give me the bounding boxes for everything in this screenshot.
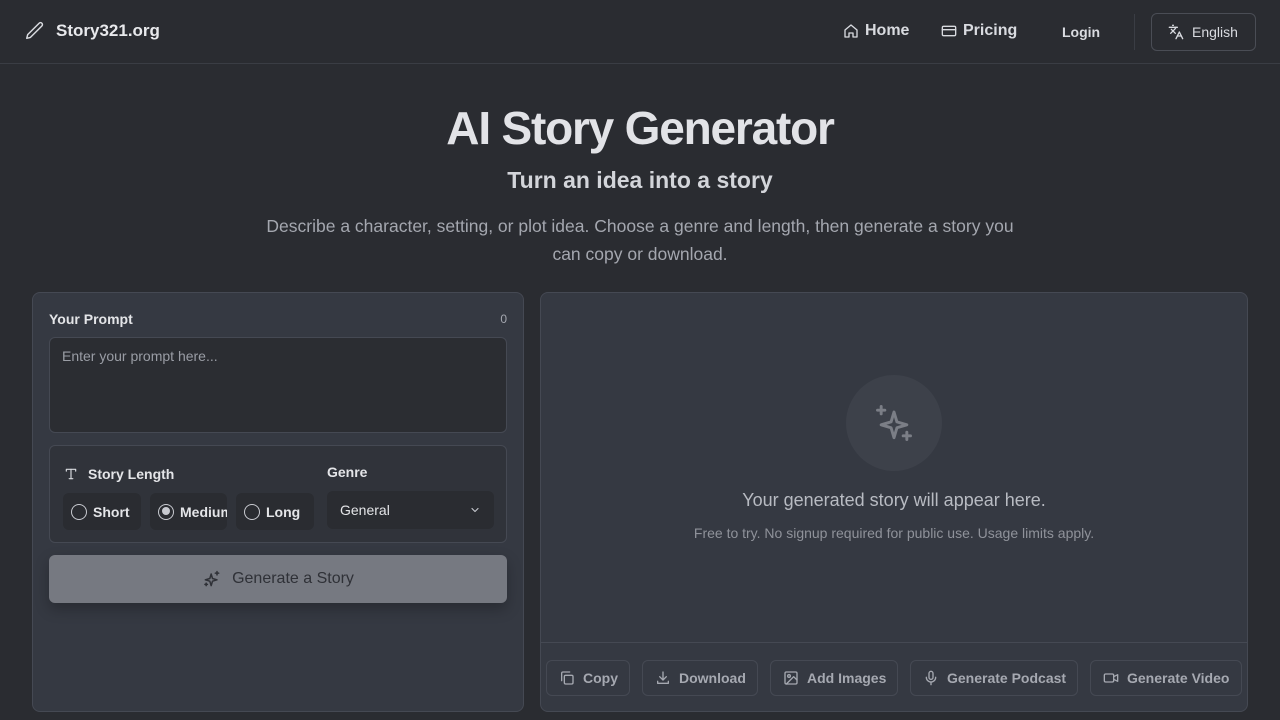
- language-label: English: [1192, 24, 1238, 40]
- sparkles-icon: [872, 401, 916, 445]
- generate-video-button[interactable]: Generate Video: [1090, 660, 1242, 696]
- credit-card-icon: [941, 23, 957, 39]
- placeholder-badge: [846, 375, 942, 471]
- prompt-input[interactable]: [49, 337, 507, 433]
- text-type-icon: [64, 467, 78, 481]
- copy-label: Copy: [583, 670, 618, 686]
- top-navigation-bar: Story321.org Home Pricing Login English: [0, 0, 1280, 64]
- radio-medium[interactable]: [158, 503, 174, 520]
- pencil-icon: [24, 20, 46, 42]
- copy-button[interactable]: Copy: [546, 660, 630, 696]
- sparkles-icon: [202, 569, 222, 589]
- home-icon: [843, 23, 859, 39]
- story-length-heading: Story Length: [64, 466, 174, 482]
- length-option-label: Medium: [180, 503, 227, 520]
- radio-long[interactable]: [244, 503, 260, 520]
- length-option-medium[interactable]: Medium: [150, 493, 227, 530]
- page-subtitle: Turn an idea into a story: [507, 167, 773, 193]
- genre-label: Genre: [327, 464, 368, 480]
- login-link[interactable]: Login: [1062, 24, 1100, 40]
- generate-podcast-label: Generate Podcast: [947, 670, 1067, 686]
- output-action-bar: Copy Download Add Images Generate Podcas…: [541, 642, 1247, 712]
- add-images-label: Add Images: [807, 670, 887, 686]
- prompt-panel: Your Prompt 0 Story Length Short Medium …: [32, 292, 524, 712]
- download-icon: [655, 670, 671, 686]
- nav-home-label: Home: [865, 22, 910, 39]
- story-length-label: Story Length: [88, 466, 175, 482]
- length-option-label: Long: [266, 503, 301, 520]
- story-options: Story Length Short Medium Long Genre Gen…: [49, 445, 507, 543]
- translate-icon: [1168, 24, 1184, 40]
- prompt-label: Your Prompt: [49, 311, 133, 327]
- language-button[interactable]: English: [1151, 13, 1256, 51]
- add-images-button[interactable]: Add Images: [770, 660, 898, 696]
- brand-name: Story321.org: [56, 21, 160, 40]
- generate-video-label: Generate Video: [1127, 670, 1230, 686]
- download-label: Download: [679, 670, 746, 686]
- radio-short[interactable]: [71, 503, 87, 520]
- video-camera-icon: [1103, 670, 1119, 686]
- length-option-long[interactable]: Long: [236, 493, 314, 530]
- microphone-icon: [923, 670, 939, 686]
- nav-pricing-label: Pricing: [963, 22, 1018, 39]
- download-button[interactable]: Download: [642, 660, 758, 696]
- genre-select[interactable]: General: [327, 491, 494, 529]
- generate-podcast-button[interactable]: Generate Podcast: [910, 660, 1078, 696]
- story-output-panel: Your generated story will appear here. F…: [540, 292, 1248, 712]
- brand-logo-link[interactable]: Story321.org: [24, 20, 160, 42]
- nav-divider: [1134, 14, 1135, 50]
- nav-home-link[interactable]: Home: [843, 22, 909, 40]
- genre-selected-value: General: [340, 502, 390, 518]
- empty-state-subtitle: Free to try. No signup required for publ…: [693, 525, 1095, 541]
- nav-pricing-link[interactable]: Pricing: [941, 22, 1017, 40]
- chevron-down-icon: [469, 504, 481, 516]
- generate-story-button[interactable]: Generate a Story: [49, 555, 507, 603]
- image-icon: [783, 670, 799, 686]
- page-title: AI Story Generator: [446, 102, 835, 154]
- generate-story-label: Generate a Story: [232, 570, 354, 587]
- length-option-short[interactable]: Short: [63, 493, 141, 530]
- copy-icon: [559, 670, 575, 686]
- length-option-label: Short: [93, 503, 130, 520]
- prompt-char-count: 0: [500, 312, 507, 326]
- empty-state-title: Your generated story will appear here.: [742, 490, 1046, 510]
- page-description: Describe a character, setting, or plot i…: [266, 216, 1014, 264]
